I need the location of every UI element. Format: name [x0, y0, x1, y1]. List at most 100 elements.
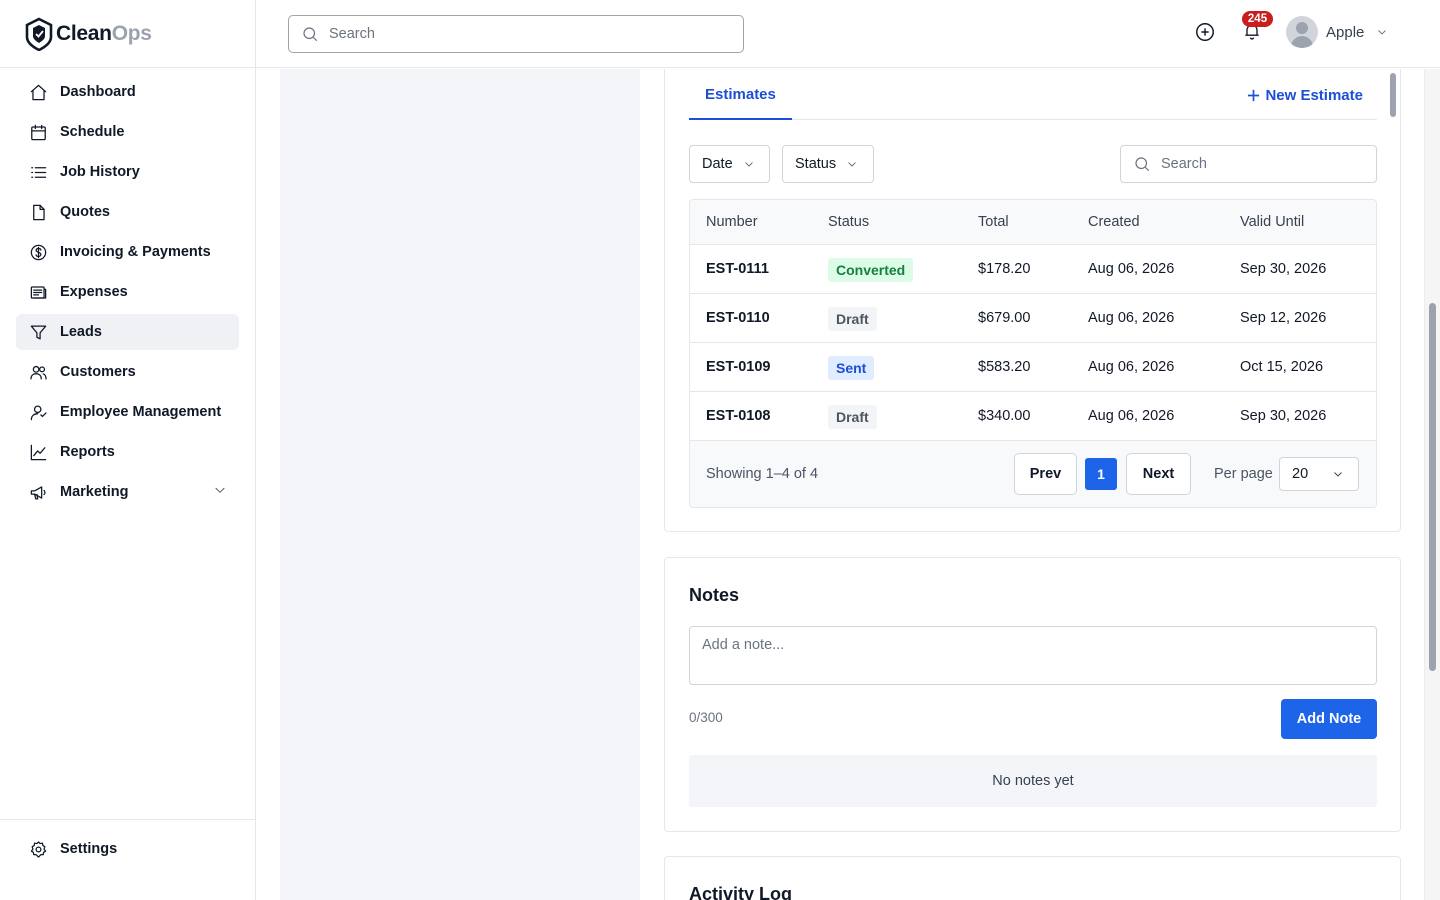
note-input[interactable] [689, 626, 1377, 685]
sidebar-item-quotes[interactable]: Quotes [16, 194, 239, 230]
chart-line-icon [28, 442, 48, 462]
sidebar-item-reports[interactable]: Reports [16, 434, 239, 470]
estimate-created: Aug 06, 2026 [1088, 408, 1175, 424]
sidebar-item-label: Expenses [60, 284, 128, 300]
sidebar-item-label: Invoicing & Payments [60, 244, 211, 260]
calendar-icon [28, 122, 48, 142]
date-filter[interactable]: Date [689, 145, 770, 183]
estimate-number[interactable]: EST-0108 [706, 392, 771, 441]
sidebar-item-label: Marketing [60, 484, 129, 500]
estimates-search-input[interactable] [1161, 156, 1361, 172]
estimate-number[interactable]: EST-0110 [706, 294, 770, 343]
table-row[interactable]: EST-0109 Sent $583.20 Aug 06, 2026 Oct 1… [690, 343, 1376, 392]
activity-log-title: Activity Log [689, 884, 793, 900]
estimate-valid-until: Oct 15, 2026 [1240, 359, 1324, 375]
table-row[interactable]: EST-0110 Draft $679.00 Aug 06, 2026 Sep … [690, 294, 1376, 343]
user-manage-icon [28, 402, 48, 422]
per-page-select[interactable]: 20 [1279, 457, 1359, 491]
sidebar-item-label: Settings [60, 841, 118, 857]
user-name: Apple [1326, 23, 1365, 41]
sidebar-item-schedule[interactable]: Schedule [16, 114, 239, 150]
status-filter[interactable]: Status [782, 145, 874, 183]
estimate-valid-until: Sep 12, 2026 [1240, 310, 1327, 326]
avatar [1286, 16, 1318, 48]
per-page-value: 20 [1292, 466, 1309, 482]
next-page-button[interactable]: Next [1126, 453, 1191, 495]
home-icon [28, 82, 48, 102]
estimates-card: Estimates New Estimate Date Status Numbe… [664, 69, 1401, 532]
sidebar: CleanOps Dashboard Schedule Job History … [0, 0, 256, 900]
sidebar-item-settings[interactable]: Settings [16, 831, 239, 867]
add-note-button[interactable]: Add Note [1281, 699, 1377, 739]
table-row[interactable]: EST-0108 Draft $340.00 Aug 06, 2026 Sep … [690, 392, 1376, 441]
status-filter-label: Status [795, 156, 837, 172]
sidebar-item-label: Reports [60, 444, 115, 460]
column-header-number[interactable]: Number [706, 200, 758, 245]
tab-estimates[interactable]: Estimates [689, 69, 792, 120]
status-badge: Sent [828, 356, 875, 380]
brand-logo[interactable]: CleanOps [0, 0, 255, 68]
document-icon [28, 202, 48, 222]
column-header-status[interactable]: Status [828, 200, 869, 245]
gear-icon [28, 839, 48, 859]
chevron-down-icon[interactable] [213, 483, 227, 501]
note-char-count: 0/300 [689, 710, 723, 725]
date-filter-label: Date [702, 156, 733, 172]
prev-page-button[interactable]: Prev [1014, 453, 1077, 495]
notes-card: Notes 0/300 Add Note No notes yet [664, 557, 1401, 832]
new-estimate-label: New Estimate [1265, 87, 1363, 104]
sidebar-item-dashboard[interactable]: Dashboard [16, 74, 239, 110]
filter-icon [28, 322, 48, 342]
chevron-down-icon [1334, 472, 1342, 477]
dollar-circle-icon [28, 242, 48, 262]
estimate-number[interactable]: EST-0109 [706, 343, 771, 392]
column-header-created[interactable]: Created [1088, 200, 1140, 245]
estimate-valid-until: Sep 30, 2026 [1240, 408, 1327, 424]
search-icon [303, 27, 318, 42]
sidebar-item-job-history[interactable]: Job History [16, 154, 239, 190]
sidebar-footer: Settings [0, 819, 255, 900]
sidebar-item-label: Customers [60, 364, 136, 380]
left-content-panel [280, 69, 640, 900]
receipt-icon [28, 282, 48, 302]
sidebar-item-customers[interactable]: Customers [16, 354, 239, 390]
estimate-total: $679.00 [978, 310, 1031, 326]
global-search[interactable] [288, 15, 744, 53]
estimate-number[interactable]: EST-0111 [706, 245, 769, 294]
sidebar-item-label: Employee Management [60, 404, 222, 420]
activity-log-card: Activity Log [664, 856, 1401, 900]
card-scrollbar[interactable] [1390, 73, 1396, 117]
estimate-created: Aug 06, 2026 [1088, 310, 1175, 326]
table-row[interactable]: EST-0111 Converted $178.20 Aug 06, 2026 … [690, 245, 1376, 294]
top-bar: 245 Apple [256, 0, 1440, 68]
estimate-total: $178.20 [978, 261, 1031, 277]
notes-title: Notes [689, 585, 740, 605]
sidebar-item-invoicing[interactable]: Invoicing & Payments [16, 234, 239, 270]
global-search-input[interactable] [329, 26, 729, 42]
plus-icon [1248, 89, 1260, 102]
per-page-label: Per page [1214, 466, 1273, 482]
estimates-search[interactable] [1120, 145, 1377, 183]
sidebar-item-employee-management[interactable]: Employee Management [16, 394, 239, 430]
chevron-down-icon [848, 162, 856, 167]
plus-circle-icon [1196, 23, 1214, 41]
main-nav: Dashboard Schedule Job History Quotes In… [0, 68, 255, 510]
sidebar-item-marketing[interactable]: Marketing [16, 474, 239, 510]
sidebar-item-leads[interactable]: Leads [16, 314, 239, 350]
logo-icon [25, 17, 53, 51]
estimate-created: Aug 06, 2026 [1088, 359, 1175, 375]
chevron-down-icon [1378, 30, 1387, 35]
column-header-valid-until[interactable]: Valid Until [1240, 200, 1304, 245]
user-menu[interactable]: Apple [1286, 16, 1388, 48]
column-header-total[interactable]: Total [978, 200, 1009, 245]
estimates-table: Number Status Total Created Valid Until … [689, 199, 1377, 508]
search-icon [1135, 157, 1150, 172]
page-number-button[interactable]: 1 [1085, 458, 1117, 490]
estimates-tab-bar: Estimates New Estimate [689, 69, 1377, 120]
new-estimate-button[interactable]: New Estimate [1247, 87, 1363, 104]
brand-name: CleanOps [56, 21, 152, 45]
create-button[interactable] [1194, 21, 1216, 43]
sidebar-item-expenses[interactable]: Expenses [16, 274, 239, 310]
table-pagination: Showing 1–4 of 4 Prev 1 Next Per page 20 [690, 441, 1376, 507]
page-scrollbar-thumb[interactable] [1429, 303, 1436, 671]
